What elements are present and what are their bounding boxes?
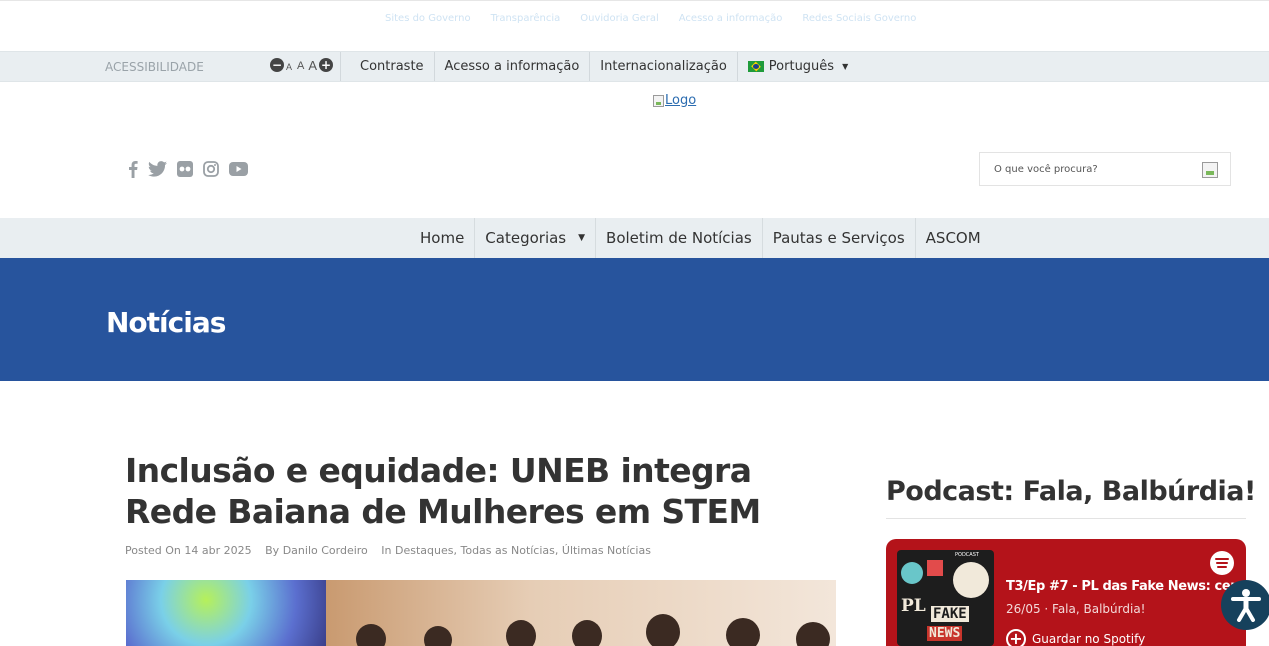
cover-text-fake: FAKE xyxy=(931,606,969,622)
cover-shape xyxy=(901,562,923,584)
plus-circle-icon: + xyxy=(1006,629,1026,646)
font-medium-button[interactable]: A xyxy=(297,60,304,72)
font-size-controls: − A A A + xyxy=(270,56,334,73)
government-links: Sites do Governo Transparência Ouvidoria… xyxy=(385,13,916,24)
episode-subtitle: 26/05 · Fala, Balbúrdia! xyxy=(1006,602,1146,616)
contrast-link[interactable]: Contraste xyxy=(340,52,434,81)
posted-prefix: Posted On xyxy=(125,544,181,557)
access-information-link[interactable]: Acesso a informação xyxy=(433,52,590,81)
facebook-icon[interactable] xyxy=(128,160,138,178)
nav-home[interactable]: Home xyxy=(410,218,474,258)
nav-categorias-label: Categorias xyxy=(485,229,567,247)
article-featured-image[interactable] xyxy=(126,580,836,646)
category-link-destaques[interactable]: Destaques xyxy=(395,544,453,557)
dropdown-caret-icon: ▼ xyxy=(578,233,586,243)
gov-link-acesso[interactable]: Acesso a informação xyxy=(679,13,783,24)
save-label: Guardar no Spotify xyxy=(1032,632,1146,646)
podcast-cover: PODCAST PL FAKE NEWS xyxy=(897,550,994,646)
search-box xyxy=(979,152,1231,186)
author-link[interactable]: Danilo Cordeiro xyxy=(283,544,368,557)
article-title[interactable]: Inclusão e equidade: UNEB integra Rede B… xyxy=(125,450,765,532)
government-top-bar: Sites do Governo Transparência Ouvidoria… xyxy=(0,0,1269,51)
cover-text-pl: PL xyxy=(901,596,926,616)
category-link-todas[interactable]: Todas as Notícias xyxy=(460,544,554,557)
font-large-button[interactable]: A xyxy=(308,58,317,73)
hero-person xyxy=(424,626,452,646)
instagram-icon[interactable] xyxy=(203,161,219,177)
accessibility-bar: ACESSIBILIDADE − A A A + Contraste Acess… xyxy=(0,51,1269,82)
category-link-ultimas[interactable]: Últimas Notícias xyxy=(562,544,651,557)
author-prefix: By xyxy=(265,544,280,557)
accessibility-menu: Contraste Acesso a informação Internacio… xyxy=(340,52,858,81)
spotify-logo-icon[interactable] xyxy=(1210,551,1234,575)
nav-ascom[interactable]: ASCOM xyxy=(914,218,991,258)
nav-pautas-servicos[interactable]: Pautas e Serviços xyxy=(761,218,915,258)
article-meta: Posted On 14 abr 2025 By Danilo Cordeiro… xyxy=(125,544,651,557)
youtube-icon[interactable] xyxy=(229,162,248,176)
sidebar-divider xyxy=(886,518,1246,519)
font-small-button[interactable]: A xyxy=(286,62,292,72)
nav-boletim[interactable]: Boletim de Notícias xyxy=(595,218,762,258)
decrease-font-icon[interactable]: − xyxy=(270,57,284,72)
brazil-flag-icon xyxy=(747,61,764,72)
flickr-icon[interactable] xyxy=(177,161,193,177)
post-date: 14 abr 2025 xyxy=(184,544,252,557)
gov-link-ouvidoria[interactable]: Ouvidoria Geral xyxy=(580,13,659,24)
search-input[interactable] xyxy=(980,153,1190,185)
hero-person xyxy=(646,614,680,646)
hero-person xyxy=(506,620,536,646)
gov-link-redes-sociais[interactable]: Redes Sociais Governo xyxy=(802,13,916,24)
sidebar-title: Podcast: Fala, Balbúrdia! xyxy=(886,476,1256,507)
broken-image-icon xyxy=(653,94,664,107)
cover-text-news: NEWS xyxy=(927,626,963,641)
hero-poster-area xyxy=(126,580,326,646)
category-prefix: In xyxy=(381,544,392,557)
hero-person xyxy=(726,618,760,646)
gov-link-transparencia[interactable]: Transparência xyxy=(491,13,561,24)
accessibility-person-icon xyxy=(1231,589,1261,622)
nav-categorias[interactable]: Categorias ▼ xyxy=(474,218,595,258)
main-navigation: Home Categorias ▼ Boletim de Notícias Pa… xyxy=(0,218,1269,258)
logo-alt-text: Logo xyxy=(665,93,697,108)
site-logo[interactable]: Logo xyxy=(653,93,696,108)
internationalization-link[interactable]: Internacionalização xyxy=(589,52,737,81)
category-separator: , xyxy=(554,544,562,557)
episode-title[interactable]: T3/Ep #7 - PL das Fake News: censura xyxy=(1006,579,1246,594)
cover-small-text: PODCAST xyxy=(955,552,979,558)
hero-person xyxy=(572,620,602,646)
save-on-spotify-button[interactable]: + Guardar no Spotify xyxy=(1006,629,1145,646)
language-selector[interactable]: Português ▼ xyxy=(736,52,858,81)
increase-font-icon[interactable]: + xyxy=(319,57,334,72)
cover-shape xyxy=(953,562,989,598)
page-title: Notícias xyxy=(106,306,226,339)
page-banner: Notícias xyxy=(0,258,1269,381)
dropdown-caret-icon: ▼ xyxy=(842,62,849,71)
spotify-podcast-embed[interactable]: PODCAST PL FAKE NEWS T3/Ep #7 - PL das F… xyxy=(886,539,1246,646)
main-nav-items: Home Categorias ▼ Boletim de Notícias Pa… xyxy=(410,218,991,258)
social-links xyxy=(128,160,248,178)
twitter-icon[interactable] xyxy=(148,161,167,177)
accessibility-label: ACESSIBILIDADE xyxy=(105,60,204,74)
search-button-icon[interactable] xyxy=(1202,162,1218,178)
cover-shape xyxy=(927,560,943,576)
accessibility-widget-button[interactable] xyxy=(1221,580,1269,630)
language-label: Português xyxy=(768,59,835,74)
hero-person xyxy=(356,624,386,646)
gov-link-sites[interactable]: Sites do Governo xyxy=(385,13,471,24)
